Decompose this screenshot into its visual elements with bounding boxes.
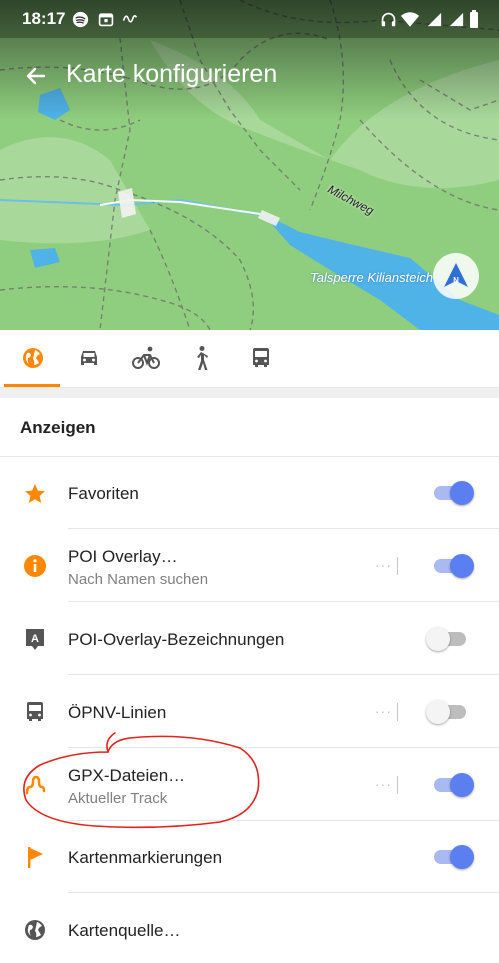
status-time: 18:17: [22, 9, 66, 28]
car-icon: [81, 351, 97, 365]
vertical-separator: [397, 703, 398, 721]
row-favoriten[interactable]: Favoriten: [0, 457, 499, 529]
signal-wave-icon: [120, 9, 140, 29]
tab-bicycle[interactable]: [117, 330, 175, 386]
row-sublabel: Nach Namen suchen: [68, 571, 209, 588]
row-poi-overlay-labels[interactable]: A POI-Overlay-Bezeichnungen: [0, 602, 499, 675]
tabs-separator: [0, 388, 499, 398]
vertical-separator: [397, 557, 398, 575]
toggle-gpx-files[interactable]: [426, 772, 474, 798]
toggle-map-markers[interactable]: [426, 844, 474, 870]
back-button[interactable]: [14, 54, 58, 98]
more-options-button[interactable]: ···: [375, 557, 392, 573]
toggle-poi-overlay[interactable]: [426, 553, 474, 579]
more-options-button[interactable]: ···: [375, 703, 392, 719]
row-label: POI-Overlay-Bezeichnungen: [68, 630, 285, 649]
wifi-icon: [400, 9, 420, 29]
row-label: POI Overlay…: [68, 547, 178, 566]
arrow-left-icon: [26, 67, 46, 85]
toggle-transport-lines[interactable]: [426, 699, 474, 725]
row-label: Kartenquelle…: [68, 921, 181, 940]
compass-icon: N: [444, 263, 468, 287]
svg-text:A: A: [31, 633, 39, 645]
track-icon: [22, 772, 48, 798]
map-preview[interactable]: 18:17 Karte konfigurieren Milchweg Talsp…: [0, 0, 499, 330]
globe-icon: [23, 348, 43, 368]
vertical-separator: [397, 776, 398, 794]
row-label: GPX-Dateien…: [68, 766, 186, 785]
bus-icon: [22, 699, 48, 725]
tab-car[interactable]: [60, 330, 118, 386]
bicycle-icon: [132, 346, 160, 369]
row-map-source[interactable]: Kartenquelle…: [0, 893, 499, 963]
row-poi-overlay[interactable]: POI Overlay… Nach Namen suchen ···: [0, 529, 499, 602]
headphones-icon: [378, 9, 398, 29]
map-water-label: Talsperre Kiliansteich: [310, 270, 434, 285]
tab-globe[interactable]: [4, 330, 62, 387]
tab-bus[interactable]: [232, 330, 290, 386]
bus-icon: [253, 348, 269, 367]
tab-pedestrian[interactable]: [172, 330, 230, 386]
flag-icon: [22, 844, 48, 870]
row-sublabel: Aktueller Track: [68, 790, 168, 807]
spotify-icon: [70, 9, 90, 29]
toggle-favoriten[interactable]: [426, 480, 474, 506]
row-label: Favoriten: [68, 484, 139, 503]
row-label: ÖPNV-Linien: [68, 703, 167, 722]
page-title: Karte konfigurieren: [66, 60, 278, 88]
pedestrian-icon: [197, 346, 208, 370]
compass-button[interactable]: N: [433, 253, 479, 299]
row-transport-lines[interactable]: ÖPNV-Linien ···: [0, 675, 499, 748]
more-options-button[interactable]: ···: [375, 776, 392, 792]
row-label: Kartenmarkierungen: [68, 848, 223, 867]
info-icon: [22, 553, 48, 579]
compass-letter: N: [453, 276, 459, 285]
status-bar: 18:17: [0, 0, 499, 38]
star-icon: [22, 481, 48, 507]
calendar-icon: [96, 9, 116, 29]
app-bar: Karte konfigurieren: [0, 48, 499, 104]
section-title: Anzeigen: [20, 418, 96, 437]
cell-signal-icon: [424, 9, 444, 29]
toggle-poi-overlay-labels[interactable]: [426, 626, 474, 652]
cell-signal-icon: [446, 9, 466, 29]
battery-icon: [464, 9, 484, 29]
row-map-markers[interactable]: Kartenmarkierungen: [0, 821, 499, 893]
label-a-icon: A: [22, 626, 48, 652]
globe-icon: [22, 917, 48, 943]
row-gpx-files[interactable]: GPX-Dateien… Aktueller Track ···: [0, 748, 499, 821]
profile-tabs: [0, 330, 499, 388]
